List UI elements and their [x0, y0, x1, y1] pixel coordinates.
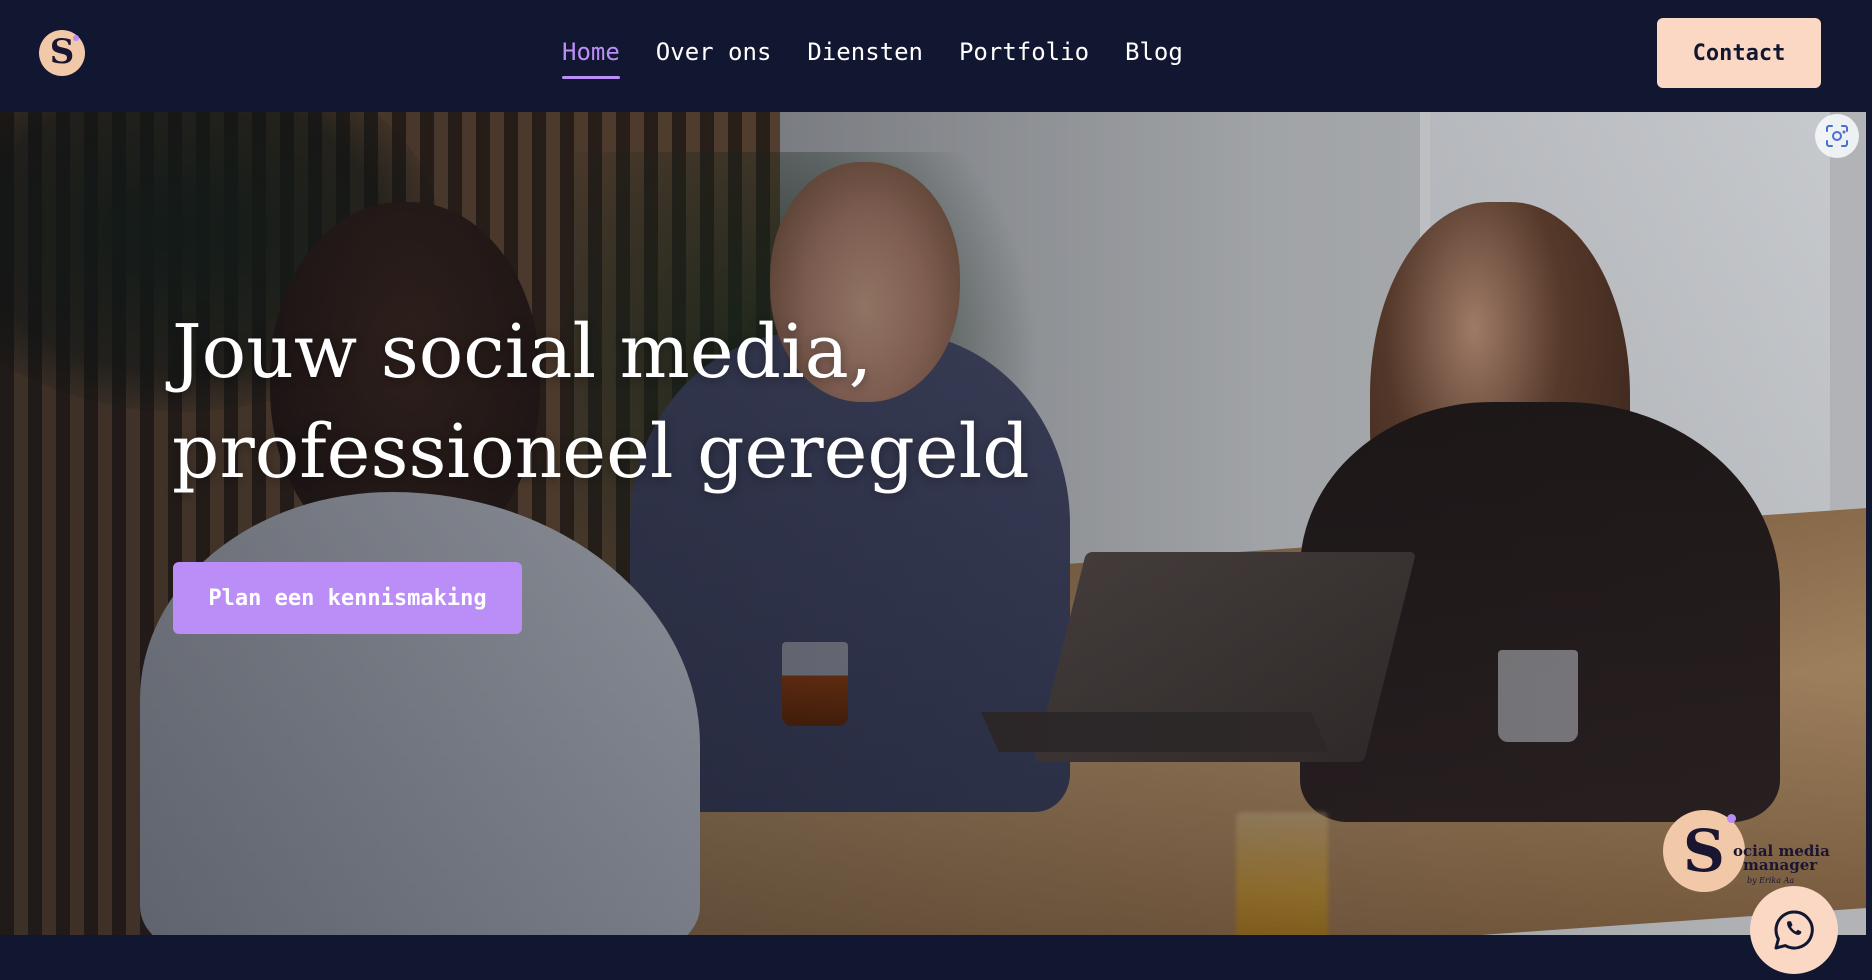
brand-badge: S ocial media manager by Erika Aa: [1663, 810, 1830, 896]
nav-item-over-ons[interactable]: Over ons: [656, 36, 772, 80]
main-nav: Home Over ons Diensten Portfolio Blog: [562, 36, 1183, 80]
nav-active-indicator: [562, 76, 620, 79]
nav-item-label: Home: [562, 38, 620, 66]
plan-kennismaking-button[interactable]: Plan een kennismaking: [173, 562, 522, 634]
brand-badge-dot: [1727, 814, 1736, 823]
hero-title-line-1: Jouw social media,: [172, 309, 873, 395]
hero-title-line-2: professioneel geregeld: [172, 409, 1030, 495]
whatsapp-button[interactable]: [1750, 886, 1838, 974]
nav-item-home[interactable]: Home: [562, 36, 620, 80]
nav-item-label: Blog: [1125, 38, 1183, 66]
nav-item-portfolio[interactable]: Portfolio: [959, 36, 1089, 80]
page: S Home Over ons Diensten Portfolio Blog …: [0, 0, 1872, 980]
nav-item-diensten[interactable]: Diensten: [807, 36, 923, 80]
brand-badge-subtext: by Erika Aa: [1747, 876, 1795, 885]
nav-item-label: Diensten: [807, 38, 923, 66]
hero-overlay: [0, 112, 1872, 935]
lens-icon[interactable]: [1815, 114, 1859, 158]
hero-section: Jouw social media, professioneel geregel…: [0, 112, 1872, 935]
site-header: S Home Over ons Diensten Portfolio Blog …: [0, 0, 1872, 112]
brand-badge-text: ocial media manager: [1733, 844, 1830, 874]
logo-dot: [73, 35, 79, 41]
whatsapp-icon: [1774, 910, 1814, 950]
hero-title: Jouw social media, professioneel geregel…: [172, 302, 1072, 502]
site-logo[interactable]: S: [39, 30, 85, 76]
brand-badge-letter: S: [1683, 817, 1725, 885]
nav-item-blog[interactable]: Blog: [1125, 36, 1183, 80]
page-scrollbar[interactable]: [1866, 0, 1872, 980]
nav-item-label: Portfolio: [958, 38, 1090, 66]
logo-letter: S: [49, 32, 75, 72]
brand-badge-text-line-2: manager: [1743, 856, 1818, 874]
nav-item-label: Over ons: [655, 38, 772, 66]
contact-button[interactable]: Contact: [1657, 18, 1821, 88]
